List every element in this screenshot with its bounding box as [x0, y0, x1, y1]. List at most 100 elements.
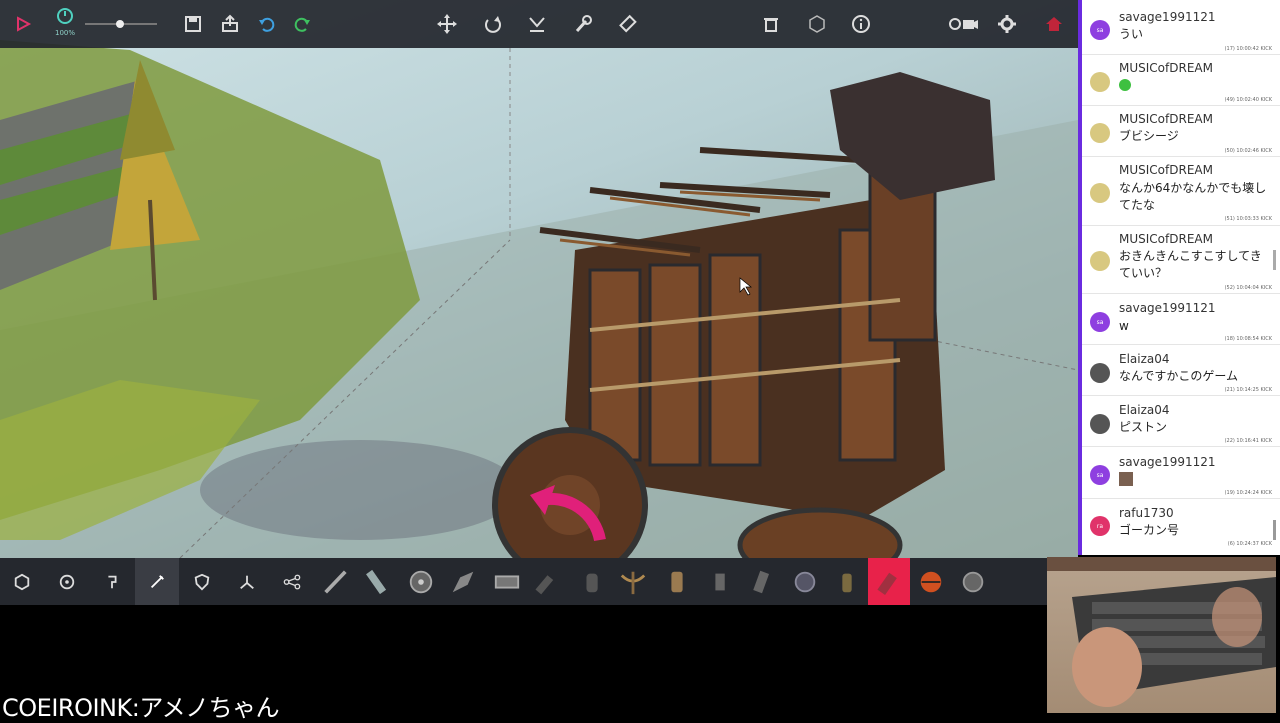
time-scale-icon[interactable]	[50, 4, 80, 28]
chat-text: ピストン	[1119, 420, 1168, 434]
avatar: ra	[1090, 516, 1110, 536]
chat-panel: sa savage1991121 うい (17) 10:00:42 KICK M…	[1078, 0, 1280, 555]
locomotion-icon[interactable]	[90, 558, 134, 605]
chat-username: MUSICofDREAM	[1119, 163, 1213, 177]
grenade-block-icon[interactable]	[868, 558, 910, 605]
chat-username: savage1991121	[1119, 455, 1216, 469]
chat-scrollbar-thumb[interactable]	[1273, 520, 1276, 540]
divider	[1082, 293, 1280, 294]
center-icon[interactable]	[802, 9, 832, 39]
game-viewport[interactable]	[0, 0, 1078, 558]
chat-scrollbar[interactable]	[1273, 250, 1276, 270]
avatar	[1090, 363, 1110, 383]
divider	[1082, 498, 1280, 499]
chat-meta: (50) 10:02:46 KICK	[1224, 148, 1272, 154]
divider	[1082, 105, 1280, 106]
chat-username: MUSICofDREAM	[1119, 61, 1213, 75]
basic-blocks-icon[interactable]	[0, 558, 44, 605]
save-icon[interactable]	[178, 9, 208, 39]
avatar: sa	[1090, 20, 1110, 40]
camera-icon[interactable]	[944, 9, 984, 39]
info-icon[interactable]	[846, 9, 876, 39]
divider	[1082, 54, 1280, 55]
chat-text: おきんきんこすこすしてきていい？	[1119, 249, 1262, 280]
move-icon[interactable]	[432, 9, 462, 39]
mirror-icon[interactable]	[522, 9, 552, 39]
avatar: sa	[1090, 312, 1110, 332]
chat-username: MUSICofDREAM	[1119, 112, 1213, 126]
chat-text: なんか64かなんかでも壊してたな	[1119, 181, 1267, 212]
chat-username: rafu1730	[1119, 506, 1174, 520]
shrapnel-cannon-block-icon[interactable]	[574, 564, 612, 600]
time-scale-label: 100%	[55, 29, 76, 37]
armour-icon[interactable]	[180, 558, 224, 605]
caption: COEIROINK:アメノちゃん	[2, 694, 280, 722]
chat-text: うい	[1119, 27, 1144, 41]
spike-block-icon[interactable]	[316, 564, 354, 600]
chat-text: なんですかこのゲーム	[1119, 369, 1239, 383]
chat-emote	[1119, 472, 1269, 491]
play-icon[interactable]	[8, 9, 38, 39]
top-toolbar: 100%	[0, 0, 1078, 48]
redo-icon[interactable]	[287, 9, 317, 39]
home-icon[interactable]	[1039, 9, 1069, 39]
chat-username: MUSICofDREAM	[1119, 232, 1213, 246]
avatar	[1090, 414, 1110, 434]
avatar	[1090, 72, 1110, 92]
avatar	[1090, 183, 1110, 203]
vacuum-block-icon[interactable]	[702, 564, 740, 600]
emote-icon	[1119, 79, 1131, 91]
chat-meta: (49) 10:02:40 KICK	[1224, 97, 1272, 103]
drill-block-icon[interactable]	[444, 564, 482, 600]
automation-icon[interactable]	[270, 558, 314, 605]
divider	[1082, 156, 1280, 157]
settings-icon[interactable]	[992, 9, 1022, 39]
chat-text: ゴーカン号	[1119, 523, 1180, 537]
torch-block-icon[interactable]	[786, 564, 824, 600]
chat-username: Elaiza04	[1119, 352, 1170, 366]
divider	[1082, 446, 1280, 447]
water-cannon-block-icon[interactable]	[744, 564, 782, 600]
chat-meta: (19) 10:24:24 KICK	[1224, 490, 1272, 496]
circular-saw-block-icon[interactable]	[402, 564, 440, 600]
avatar	[1090, 123, 1110, 143]
mechanical-icon[interactable]	[45, 558, 89, 605]
load-icon[interactable]	[215, 9, 245, 39]
chat-text: ブビシージ	[1119, 129, 1179, 143]
spinning-block-icon[interactable]	[488, 564, 526, 600]
keyboard-hands-image	[1047, 557, 1276, 707]
chat-meta: (21) 10:14:25 KICK	[1224, 387, 1272, 393]
wrench-icon[interactable]	[568, 9, 598, 39]
divider	[1082, 344, 1280, 345]
rotate-icon[interactable]	[478, 9, 508, 39]
undo-icon[interactable]	[252, 9, 282, 39]
block-toolbar	[0, 558, 1078, 605]
avatar	[1090, 251, 1110, 271]
chat-username: savage1991121	[1119, 10, 1216, 24]
bomb-block-icon[interactable]	[828, 564, 866, 600]
rocket-block-icon[interactable]	[912, 564, 950, 600]
emote-icon	[1119, 472, 1133, 486]
chat-username: savage1991121	[1119, 301, 1216, 315]
chat-meta: (17) 10:00:42 KICK	[1224, 46, 1272, 52]
chat-text: w	[1119, 319, 1129, 333]
armour-ball-block-icon[interactable]	[954, 564, 992, 600]
chat-meta: (52) 10:04:04 KICK	[1224, 285, 1272, 291]
crossbow-block-icon[interactable]	[614, 564, 652, 600]
delete-icon[interactable]	[756, 9, 786, 39]
chat-username: Elaiza04	[1119, 403, 1170, 417]
webcam-overlay	[1047, 557, 1276, 713]
flamethrower-block-icon[interactable]	[658, 564, 696, 600]
eraser-icon[interactable]	[614, 9, 644, 39]
divider	[1082, 395, 1280, 396]
metal-blade-block-icon[interactable]	[358, 564, 396, 600]
time-scale-slider-knob[interactable]	[116, 20, 124, 28]
chat-meta: (51) 10:03:33 KICK	[1224, 216, 1272, 222]
cannon-block-icon[interactable]	[530, 564, 568, 600]
chat-meta: (22) 10:16:41 KICK	[1224, 438, 1272, 444]
chat-meta: (18) 10:08:54 KICK	[1224, 336, 1272, 342]
divider	[1082, 225, 1280, 226]
modifiers-icon[interactable]	[135, 558, 179, 605]
game-scene[interactable]	[0, 0, 1078, 558]
physics-icon[interactable]	[225, 558, 269, 605]
